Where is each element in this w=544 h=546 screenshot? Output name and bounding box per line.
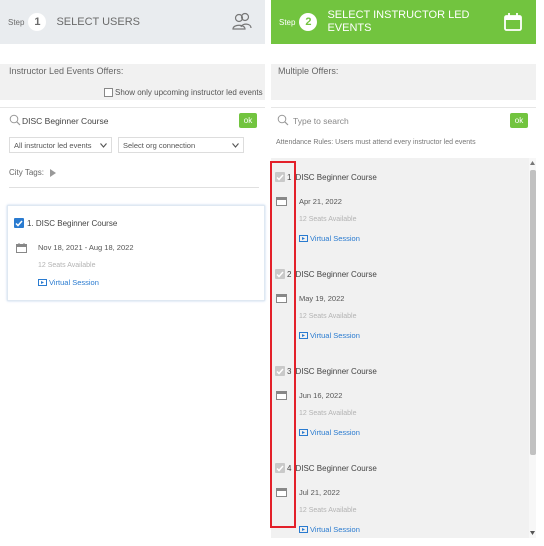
org-connection-select[interactable]: Select org connection [118, 137, 244, 153]
event-filter-value: All instructor led events [14, 140, 92, 150]
scroll-down-arrow-icon[interactable] [530, 531, 535, 535]
chevron-down-icon [100, 142, 107, 148]
scroll-thumb[interactable] [530, 170, 536, 455]
multiple-offers-label: Multiple Offers: [278, 66, 339, 76]
upcoming-checkbox-box[interactable] [104, 88, 113, 97]
virtual-session-label: Virtual Session [310, 428, 360, 437]
left-search-ok-button[interactable]: ok [239, 113, 257, 128]
step1-title: SELECT USERS [56, 15, 141, 28]
step2-title: SELECT INSTRUCTOR LED EVENTS [327, 9, 469, 35]
calendar-icon [16, 243, 27, 253]
divider [9, 187, 259, 188]
scroll-up-arrow-icon[interactable] [530, 161, 535, 165]
upcoming-only-checkbox[interactable]: Show only upcoming instructor led events [104, 88, 263, 97]
event-date: Nov 18, 2021 - Aug 18, 2022 [38, 243, 134, 252]
event-seats: 12 Seats Available [299, 410, 357, 417]
virtual-session-label: Virtual Session [310, 525, 360, 534]
step1-word: Step [8, 17, 25, 27]
event-date: Jun 16, 2022 [299, 391, 343, 400]
upcoming-label: Show only upcoming instructor led events [115, 88, 263, 97]
event-filter-select[interactable]: All instructor led events [9, 137, 112, 153]
event-seats: 12 Seats Available [299, 507, 357, 514]
monitor-icon [299, 526, 308, 533]
step2-panel: Step 2 SELECT INSTRUCTOR LED EVENTS Mult… [271, 0, 536, 546]
virtual-session-link[interactable]: Virtual Session [38, 278, 99, 287]
right-search-input[interactable]: Type to search [293, 116, 349, 126]
monitor-icon [299, 332, 308, 339]
caret-right-icon [49, 168, 56, 177]
event-list: 1 DISC Beginner Course Apr 21, 2022 12 S… [271, 158, 529, 538]
list-item[interactable]: 4 DISC Beginner Course Jul 21, 2022 12 S… [271, 449, 529, 538]
step1-number: 1 [28, 13, 47, 31]
event-title: DISC Beginner Course [295, 172, 377, 182]
step2-title-line2: EVENTS [327, 22, 372, 34]
event-seats: 12 Seats Available [38, 262, 96, 269]
monitor-icon [38, 279, 47, 286]
step2-header[interactable]: Step 2 SELECT INSTRUCTOR LED EVENTS [271, 0, 536, 44]
event-title: 1. DISC Beginner Course [27, 218, 118, 228]
event-date: May 19, 2022 [299, 294, 345, 303]
virtual-session-label: Virtual Session [49, 278, 99, 287]
event-date: Jul 21, 2022 [299, 488, 340, 497]
right-search-ok-button[interactable]: ok [510, 113, 528, 128]
step2-word: Step [279, 17, 296, 27]
virtual-session-link[interactable]: Virtual Session [299, 331, 360, 340]
event-date: Apr 21, 2022 [299, 197, 342, 206]
virtual-session-label: Virtual Session [310, 234, 360, 243]
users-icon [232, 12, 252, 30]
monitor-icon [299, 235, 308, 242]
event-title: DISC Beginner Course [295, 269, 377, 279]
list-item[interactable]: 2 DISC Beginner Course May 19, 2022 12 S… [271, 255, 529, 352]
attendance-rules: Attendance Rules: Users must attend ever… [276, 139, 476, 146]
selected-event-card[interactable]: 1. DISC Beginner Course Nov 18, 2021 - A… [7, 205, 265, 301]
chevron-down-icon [232, 142, 239, 148]
step2-title-line1: SELECT INSTRUCTOR LED [327, 9, 470, 21]
step1-panel: Step 1 SELECT USERS Instructor Led Event… [0, 0, 265, 546]
search-icon [9, 114, 21, 126]
offers-label: Instructor Led Events Offers: [9, 66, 124, 76]
list-item[interactable]: 1 DISC Beginner Course Apr 21, 2022 12 S… [271, 158, 529, 255]
calendar-icon [504, 13, 522, 31]
virtual-session-link[interactable]: Virtual Session [299, 428, 360, 437]
virtual-session-link[interactable]: Virtual Session [299, 234, 360, 243]
left-search-input[interactable]: DISC Beginner Course [22, 116, 108, 126]
step1-header[interactable]: Step 1 SELECT USERS [0, 0, 265, 44]
virtual-session-link[interactable]: Virtual Session [299, 525, 360, 534]
right-search-bar: Type to search ok [271, 107, 536, 133]
event-seats: 12 Seats Available [299, 313, 357, 320]
virtual-session-label: Virtual Session [310, 331, 360, 340]
step2-number: 2 [299, 13, 318, 31]
checkbox-highlight-box [270, 161, 296, 528]
monitor-icon [299, 429, 308, 436]
event-checkbox[interactable] [14, 218, 24, 228]
city-tags-toggle[interactable]: City Tags: [9, 168, 56, 177]
event-title: DISC Beginner Course [295, 366, 377, 376]
city-tags-label: City Tags: [9, 168, 44, 177]
org-connection-value: Select org connection [123, 140, 196, 150]
event-seats: 12 Seats Available [299, 216, 357, 223]
left-search-bar: DISC Beginner Course ok [0, 107, 265, 133]
event-title: DISC Beginner Course [295, 463, 377, 473]
search-icon [277, 114, 289, 126]
event-list-scrollbar[interactable] [529, 158, 536, 538]
list-item[interactable]: 3 DISC Beginner Course Jun 16, 2022 12 S… [271, 352, 529, 449]
